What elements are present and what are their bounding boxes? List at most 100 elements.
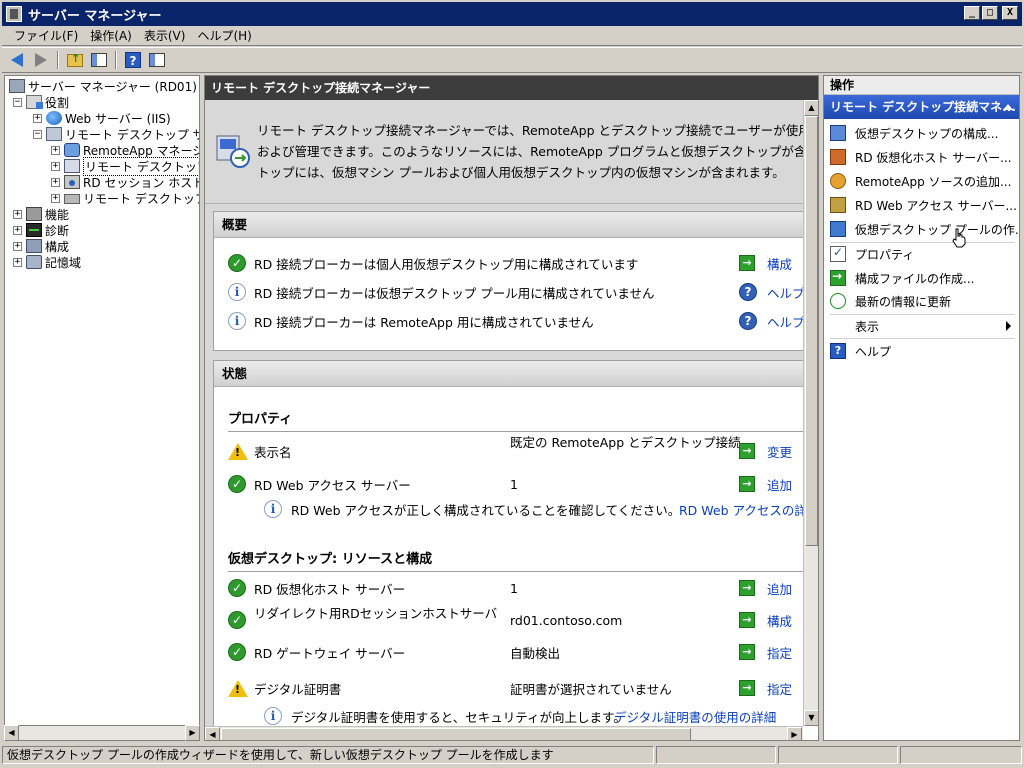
console-tree-icon bbox=[91, 53, 107, 67]
action-add-remoteapp-source[interactable]: RemoteApp ソースの追加... bbox=[824, 170, 1019, 192]
expand-icon[interactable]: + bbox=[51, 177, 60, 187]
tree-item-rds[interactable]: − リモート デスクトップ サービス bbox=[33, 126, 199, 142]
minimize-button[interactable]: _ bbox=[964, 6, 980, 20]
tree-item-web-server[interactable]: + Web サーバー (IIS) bbox=[33, 110, 171, 126]
tree-item-configuration[interactable]: + 構成 bbox=[13, 238, 69, 254]
go-arrow-icon[interactable]: → bbox=[739, 255, 755, 271]
tree-item-rd-gateway[interactable]: + リモート デスクトップ サービス bbox=[51, 190, 199, 206]
tree-item-label: リモート デスクトップ サービス bbox=[65, 127, 199, 142]
overview-row-text: RD 接続ブローカーは仮想デスクトップ プール用に構成されていません bbox=[254, 285, 655, 301]
help-button[interactable]: ? bbox=[122, 50, 144, 70]
action-properties[interactable]: プロパティ bbox=[824, 243, 1019, 265]
action-configure-virtual-desktops[interactable]: 仮想デスクトップの構成... bbox=[824, 122, 1019, 144]
go-arrow-icon[interactable]: → bbox=[739, 476, 755, 492]
cert-learn-more-link[interactable]: デジタル証明書の使用の詳細 bbox=[614, 707, 776, 726]
tree-item-rd-connection-manager[interactable]: + リモート デスクトップ接続マネージャー bbox=[51, 156, 199, 176]
scroll-up-button[interactable]: ▲ bbox=[804, 100, 818, 116]
status-cell bbox=[778, 746, 898, 764]
action-label: 仮想デスクトップの構成... bbox=[855, 126, 999, 141]
status-text: 仮想デスクトップ プールの作成ウィザードを使用して、新しい仮想デスクトップ プー… bbox=[2, 746, 654, 764]
tree-item-session-host-config[interactable]: + RD セッション ホストの構成 bbox=[51, 174, 199, 190]
scroll-right-button[interactable]: ▶ bbox=[185, 725, 200, 741]
expand-icon[interactable]: + bbox=[13, 257, 22, 267]
go-arrow-icon[interactable]: → bbox=[739, 644, 755, 660]
tree-item-label: 構成 bbox=[45, 239, 70, 254]
help-link[interactable]: ヘルプ bbox=[767, 283, 803, 302]
scroll-down-button[interactable]: ▼ bbox=[804, 710, 818, 726]
specify-link[interactable]: 指定 bbox=[767, 679, 792, 698]
menu-file[interactable]: ファイル(F) bbox=[8, 27, 84, 44]
vd-label: リダイレクト用RDセッションホストサーバ bbox=[254, 606, 498, 621]
menu-bar: ファイル(F) 操作(A) 表示(V) ヘルプ(H) bbox=[2, 26, 1022, 46]
action-create-config-file[interactable]: 構成ファイルの作成... bbox=[824, 267, 1019, 289]
menu-action[interactable]: 操作(A) bbox=[84, 27, 138, 44]
actions-section-header[interactable]: リモート デスクトップ接続マネ... bbox=[824, 95, 1019, 119]
tree-item-label: RD セッション ホストの構成 bbox=[83, 175, 199, 190]
tree-item-storage[interactable]: + 記憶域 bbox=[13, 254, 81, 270]
specify-link[interactable]: 指定 bbox=[767, 643, 792, 662]
go-arrow-icon[interactable]: → bbox=[739, 580, 755, 596]
expand-icon[interactable]: + bbox=[13, 241, 22, 251]
tree-item-features[interactable]: + 機能 bbox=[13, 206, 69, 222]
action-create-virtual-desktop-pool[interactable]: 仮想デスクトップ プールの作... bbox=[824, 218, 1019, 240]
overview-header[interactable]: 概要 bbox=[214, 212, 803, 238]
back-button[interactable] bbox=[6, 50, 28, 70]
scroll-thumb[interactable] bbox=[805, 116, 818, 546]
cert-note-text: デジタル証明書を使用すると、セキュリティが向上します。 bbox=[291, 709, 626, 725]
menu-help[interactable]: ヘルプ(H) bbox=[191, 27, 257, 44]
collapse-icon[interactable]: − bbox=[33, 129, 42, 139]
scroll-right-button[interactable]: ▶ bbox=[787, 727, 802, 740]
action-help[interactable]: ? ヘルプ bbox=[824, 340, 1019, 362]
status-cell bbox=[900, 746, 1022, 764]
add-link[interactable]: 追加 bbox=[767, 475, 792, 494]
results-horizontal-scrollbar[interactable]: ◀ ▶ bbox=[205, 726, 803, 740]
warning-icon: ! bbox=[228, 442, 248, 460]
vd-label: デジタル証明書 bbox=[254, 681, 342, 697]
results-vertical-scrollbar[interactable]: ▲ ▼ bbox=[803, 100, 818, 726]
submenu-arrow-icon bbox=[1006, 321, 1011, 331]
help-question-icon[interactable]: ? bbox=[739, 283, 757, 301]
action-refresh[interactable]: 最新の情報に更新 bbox=[824, 290, 1019, 312]
go-arrow-icon[interactable]: → bbox=[739, 612, 755, 628]
expand-icon[interactable]: + bbox=[13, 225, 22, 235]
tree-item-roles[interactable]: − 役割 bbox=[13, 94, 69, 110]
go-arrow-icon[interactable]: → bbox=[739, 443, 755, 459]
go-arrow-icon[interactable]: → bbox=[739, 680, 755, 696]
action-view[interactable]: 表示 bbox=[824, 315, 1019, 337]
collapse-caret-icon[interactable] bbox=[1003, 104, 1013, 110]
status-bar: 仮想デスクトップ プールの作成ウィザードを使用して、新しい仮想デスクトップ プー… bbox=[2, 744, 1022, 766]
maximize-button[interactable]: □ bbox=[982, 6, 998, 20]
scroll-left-button[interactable]: ◀ bbox=[205, 727, 220, 740]
change-link[interactable]: 変更 bbox=[767, 442, 792, 461]
expand-icon[interactable]: + bbox=[51, 161, 60, 171]
tree-item-label: 機能 bbox=[45, 207, 70, 222]
configure-link[interactable]: 構成 bbox=[767, 611, 792, 630]
up-folder-button[interactable] bbox=[64, 50, 86, 70]
action-rd-virtualization-host[interactable]: RD 仮想化ホスト サーバー... bbox=[824, 146, 1019, 168]
menu-view[interactable]: 表示(V) bbox=[138, 27, 192, 44]
collapse-icon[interactable]: − bbox=[13, 97, 22, 107]
show-hide-tree-button[interactable] bbox=[88, 50, 110, 70]
tree-item-server-manager[interactable]: サーバー マネージャー (RD01) bbox=[9, 78, 197, 94]
show-hide-action-pane-button[interactable] bbox=[146, 50, 168, 70]
help-link[interactable]: ヘルプ bbox=[767, 312, 803, 331]
configure-link[interactable]: 構成 bbox=[767, 254, 792, 273]
expand-icon[interactable]: + bbox=[13, 209, 22, 219]
scroll-thumb[interactable] bbox=[221, 728, 691, 740]
expand-icon[interactable]: + bbox=[33, 113, 42, 123]
action-label: 構成ファイルの作成... bbox=[855, 271, 975, 286]
rdweb-learn-more-link[interactable]: RD Web アクセスの詳 bbox=[679, 500, 803, 519]
expand-icon[interactable]: + bbox=[51, 193, 60, 203]
scroll-left-button[interactable]: ◀ bbox=[4, 725, 19, 741]
status-header[interactable]: 状態 bbox=[214, 361, 803, 387]
close-button[interactable]: X bbox=[1002, 6, 1018, 20]
expand-icon[interactable]: + bbox=[51, 145, 60, 155]
tree-item-diagnostics[interactable]: + 診断 bbox=[13, 222, 69, 238]
tree-horizontal-scrollbar[interactable]: ◀ ▶ bbox=[4, 725, 200, 741]
server-manager-icon bbox=[6, 6, 22, 22]
intro-line: リモート デスクトップ接続マネージャーでは、RemoteApp とデスクトップ接… bbox=[257, 123, 807, 138]
add-link[interactable]: 追加 bbox=[767, 579, 792, 598]
action-rd-web-access-server[interactable]: RD Web アクセス サーバー... bbox=[824, 194, 1019, 216]
forward-button[interactable] bbox=[30, 50, 52, 70]
help-question-icon[interactable]: ? bbox=[739, 312, 757, 330]
